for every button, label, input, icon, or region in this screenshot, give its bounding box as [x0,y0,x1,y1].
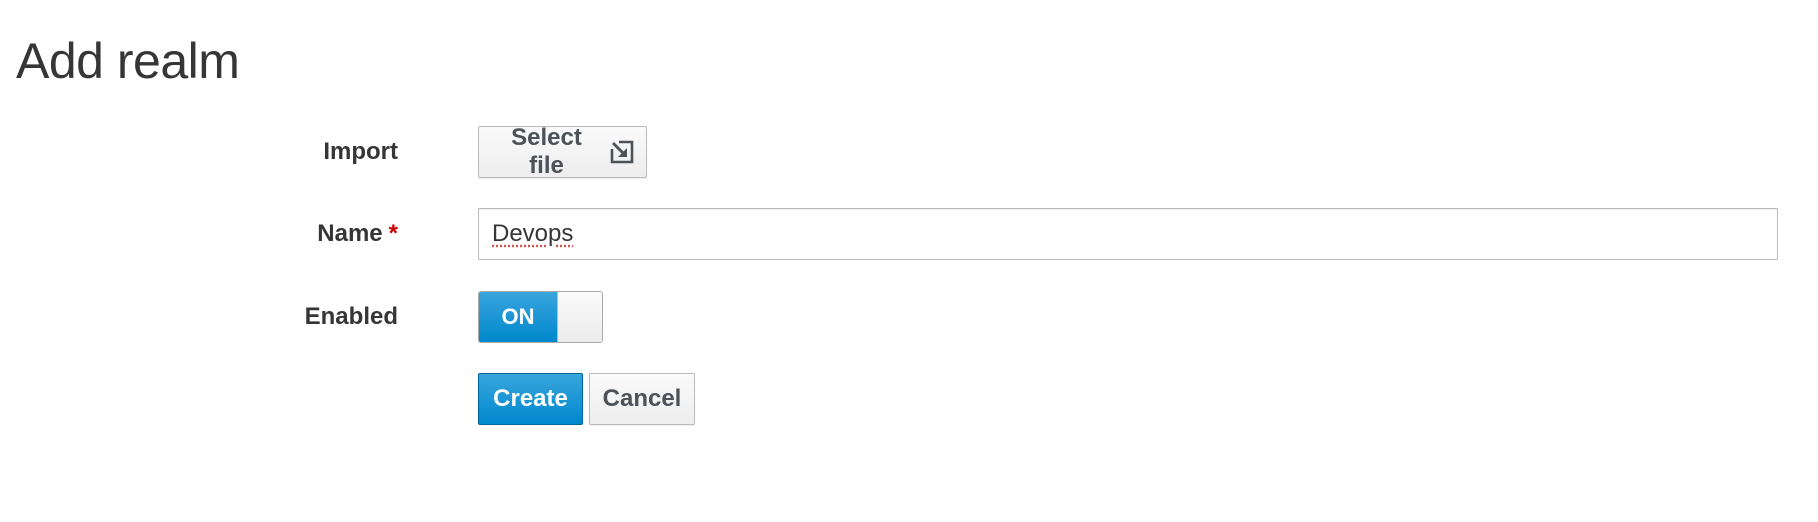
enabled-control: ON [478,291,603,343]
cancel-button[interactable]: Cancel [589,373,695,425]
import-control: Select file [478,124,647,179]
select-file-label: Select file [511,124,582,179]
actions-row: Create Cancel [0,373,1818,425]
toggle-handle [557,292,602,342]
enabled-label: Enabled [304,303,398,330]
page-title: Add realm [16,33,240,89]
name-row: Name * [0,208,1818,260]
required-marker: * [388,220,398,247]
name-label: Name * [317,208,398,260]
import-row: Import Select file [0,124,1818,179]
name-control [478,208,1778,260]
create-button[interactable]: Create [478,373,583,425]
select-file-button[interactable]: Select file [478,124,647,179]
toggle-on-label: ON [479,292,557,342]
form-actions: Create Cancel [478,373,695,425]
enabled-row: Enabled ON [0,291,1818,343]
enabled-toggle[interactable]: ON [478,291,603,343]
name-label-text: Name [317,220,383,247]
name-input[interactable] [478,208,1778,260]
import-file-icon [610,140,634,164]
import-label: Import [323,138,398,165]
